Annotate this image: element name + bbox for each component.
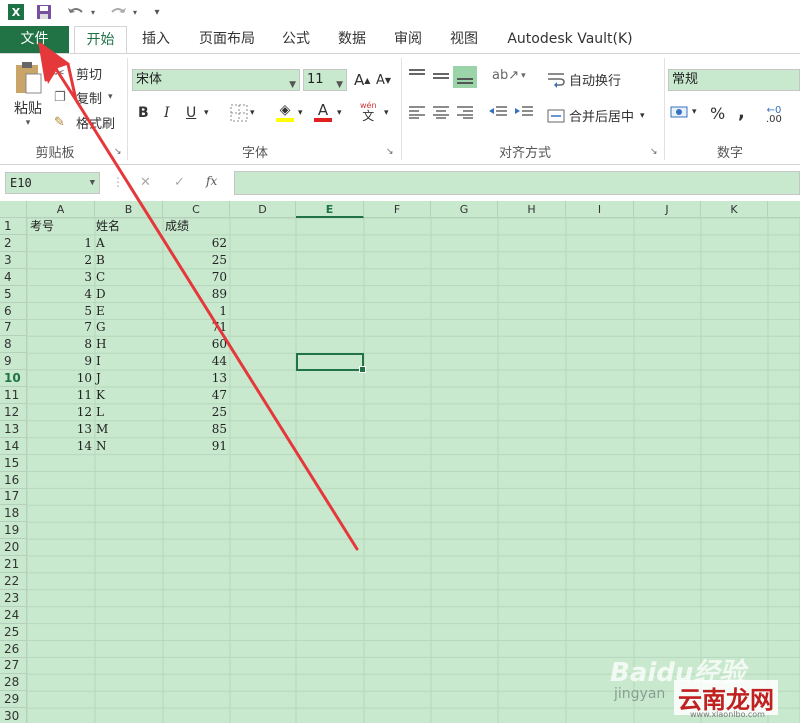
red-arrow-annotation bbox=[38, 42, 359, 551]
watermark: Baidu经验 jingyan 云南龙网 www.xlaonlbo.com bbox=[610, 650, 800, 723]
excel-window: X ▾ ▾ ▾ 文件 开始 插入 页面布局 公式 数据 审阅 视图 Autode… bbox=[0, 0, 800, 723]
watermark-text-4: www.xlaonlbo.com bbox=[690, 710, 765, 719]
watermark-text-2: jingyan bbox=[614, 686, 666, 702]
